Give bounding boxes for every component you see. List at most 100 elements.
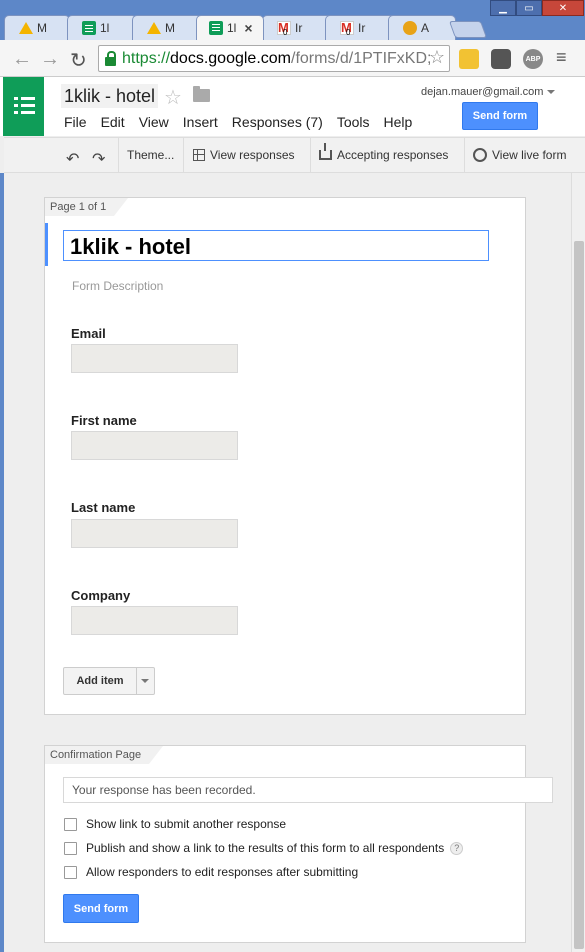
google-sheets-icon bbox=[82, 21, 96, 35]
undo-icon[interactable]: ↶ bbox=[66, 149, 79, 169]
reload-icon[interactable]: ↻ bbox=[70, 48, 87, 73]
tab-label: Ir bbox=[358, 21, 366, 35]
add-item-label: Add item bbox=[76, 675, 124, 687]
accepting-responses-button[interactable]: Accepting responses bbox=[319, 138, 448, 172]
close-icon[interactable]: × bbox=[244, 20, 252, 36]
tab-label: Ir bbox=[295, 21, 303, 35]
question-label-first-name: First name bbox=[71, 413, 137, 428]
account-switcher[interactable]: dejan.mauer@gmail.com bbox=[421, 86, 556, 98]
tab-person[interactable]: A bbox=[388, 15, 456, 40]
extension-icon[interactable] bbox=[459, 49, 479, 69]
option-show-link[interactable]: Show link to submit another response bbox=[64, 817, 286, 831]
minimize-button[interactable]: ▁ bbox=[490, 0, 516, 16]
tab-gmail-1[interactable]: Ir bbox=[262, 15, 332, 40]
company-field[interactable] bbox=[71, 606, 238, 635]
menu-help[interactable]: Help bbox=[384, 114, 413, 130]
adblock-icon[interactable]: ABP bbox=[523, 49, 543, 69]
chevron-down-icon bbox=[547, 90, 556, 95]
document-title[interactable]: 1klik - hotel bbox=[61, 84, 159, 108]
divider bbox=[136, 668, 137, 694]
view-live-form-button[interactable]: View live form bbox=[473, 138, 566, 172]
menu-bar: File Edit View Insert Responses (7) Tool… bbox=[64, 114, 426, 130]
focus-indicator bbox=[45, 223, 48, 266]
tab-sheets[interactable]: 1l bbox=[67, 15, 137, 40]
browser-toolbar: ← → ↻ https://docs.google.com/forms/d/1P… bbox=[0, 40, 585, 77]
help-icon[interactable]: ? bbox=[450, 841, 464, 855]
tab-gmail-2[interactable]: Ir bbox=[325, 15, 395, 40]
editor-toolbar: ↶ ↷ Theme... View responses Accepting re… bbox=[4, 137, 585, 173]
menu-insert[interactable]: Insert bbox=[183, 114, 218, 130]
view-responses-button[interactable]: View responses bbox=[193, 138, 295, 172]
folder-icon[interactable] bbox=[193, 86, 210, 102]
inbox-icon bbox=[319, 143, 332, 160]
redo-icon[interactable]: ↷ bbox=[92, 149, 105, 169]
send-form-button[interactable]: Send form bbox=[462, 102, 538, 130]
grid-icon bbox=[193, 149, 205, 161]
google-drive-icon bbox=[19, 22, 33, 34]
lock-icon bbox=[105, 50, 116, 66]
address-bar[interactable]: https://docs.google.com/forms/d/1PTIFxKD… bbox=[98, 45, 450, 72]
gmail-icon bbox=[277, 20, 291, 37]
option-allow-edit[interactable]: Allow responders to edit responses after… bbox=[64, 865, 358, 879]
forms-home-icon[interactable] bbox=[3, 77, 44, 136]
menu-icon[interactable]: ≡ bbox=[556, 47, 576, 67]
window-close-button[interactable]: ✕ bbox=[542, 0, 584, 16]
back-arrow-icon[interactable]: ← bbox=[12, 48, 32, 71]
menu-file[interactable]: File bbox=[64, 114, 87, 130]
menu-responses[interactable]: Responses (7) bbox=[232, 114, 323, 130]
email-field[interactable] bbox=[71, 344, 238, 373]
divider bbox=[310, 138, 311, 172]
page-label: Page 1 of 1 bbox=[45, 198, 129, 216]
form-description-input[interactable]: Form Description bbox=[72, 279, 163, 293]
tab-label: M bbox=[37, 21, 47, 35]
add-item-button[interactable]: Add item bbox=[63, 667, 155, 695]
question-label-email: Email bbox=[71, 326, 106, 341]
checkbox[interactable] bbox=[64, 817, 77, 831]
confirmation-message-input[interactable]: Your response has been recorded. bbox=[63, 777, 553, 803]
menu-view[interactable]: View bbox=[139, 114, 169, 130]
browser-window: M 1l M 1l × Ir Ir A ▁ ▭ ✕ bbox=[0, 0, 585, 952]
menu-tools[interactable]: Tools bbox=[337, 114, 370, 130]
divider bbox=[118, 138, 119, 172]
theme-button[interactable]: Theme... bbox=[127, 138, 174, 172]
globe-icon bbox=[473, 148, 487, 162]
send-form-button-bottom[interactable]: Send form bbox=[63, 894, 139, 923]
bookmark-star-icon[interactable]: ☆ bbox=[429, 47, 445, 68]
option-label: Show link to submit another response bbox=[86, 817, 287, 831]
option-publish-results[interactable]: Publish and show a link to the results o… bbox=[64, 841, 464, 855]
confirmation-card: Confirmation Page Your response has been… bbox=[44, 745, 553, 943]
google-drive-icon bbox=[147, 22, 161, 34]
star-icon[interactable]: ☆ bbox=[164, 85, 182, 110]
scrollbar-thumb[interactable] bbox=[574, 241, 584, 949]
forms-app: 1klik - hotel ☆ File Edit View Insert Re… bbox=[0, 77, 585, 952]
form-title-input[interactable]: 1klik - hotel bbox=[63, 230, 489, 261]
tab-drive-1[interactable]: M bbox=[4, 15, 70, 40]
maximize-button[interactable]: ▭ bbox=[516, 0, 542, 16]
tab-label: M bbox=[165, 21, 175, 35]
url-path: /forms/d/1PTIFxKD; bbox=[291, 49, 432, 67]
form-page-card: Page 1 of 1 1klik - hotel Form Descripti… bbox=[44, 197, 526, 715]
tab-forms-active[interactable]: 1l × bbox=[196, 15, 264, 40]
checkbox[interactable] bbox=[64, 865, 77, 879]
first-name-field[interactable] bbox=[71, 431, 238, 460]
pocket-icon[interactable] bbox=[491, 49, 511, 69]
checkbox[interactable] bbox=[64, 841, 77, 855]
menu-edit[interactable]: Edit bbox=[101, 114, 125, 130]
google-forms-icon bbox=[209, 21, 223, 35]
scrollbar[interactable] bbox=[571, 173, 585, 952]
person-icon bbox=[403, 21, 417, 35]
option-label: Allow responders to edit responses after… bbox=[86, 865, 359, 879]
frame-edge bbox=[0, 173, 4, 952]
view-live-form-label: View live form bbox=[492, 148, 567, 162]
accepting-responses-label: Accepting responses bbox=[337, 148, 449, 162]
tab-drive-2[interactable]: M bbox=[132, 15, 202, 40]
confirmation-label: Confirmation Page bbox=[45, 746, 164, 764]
chevron-down-icon[interactable] bbox=[141, 679, 149, 683]
tab-strip: M 1l M 1l × Ir Ir A ▁ ▭ ✕ bbox=[0, 0, 585, 40]
view-responses-label: View responses bbox=[210, 148, 295, 162]
new-tab-button[interactable] bbox=[448, 21, 488, 38]
question-label-last-name: Last name bbox=[71, 500, 136, 515]
forward-arrow-icon[interactable]: → bbox=[40, 48, 60, 71]
last-name-field[interactable] bbox=[71, 519, 238, 548]
tab-label: 1l bbox=[100, 21, 110, 35]
